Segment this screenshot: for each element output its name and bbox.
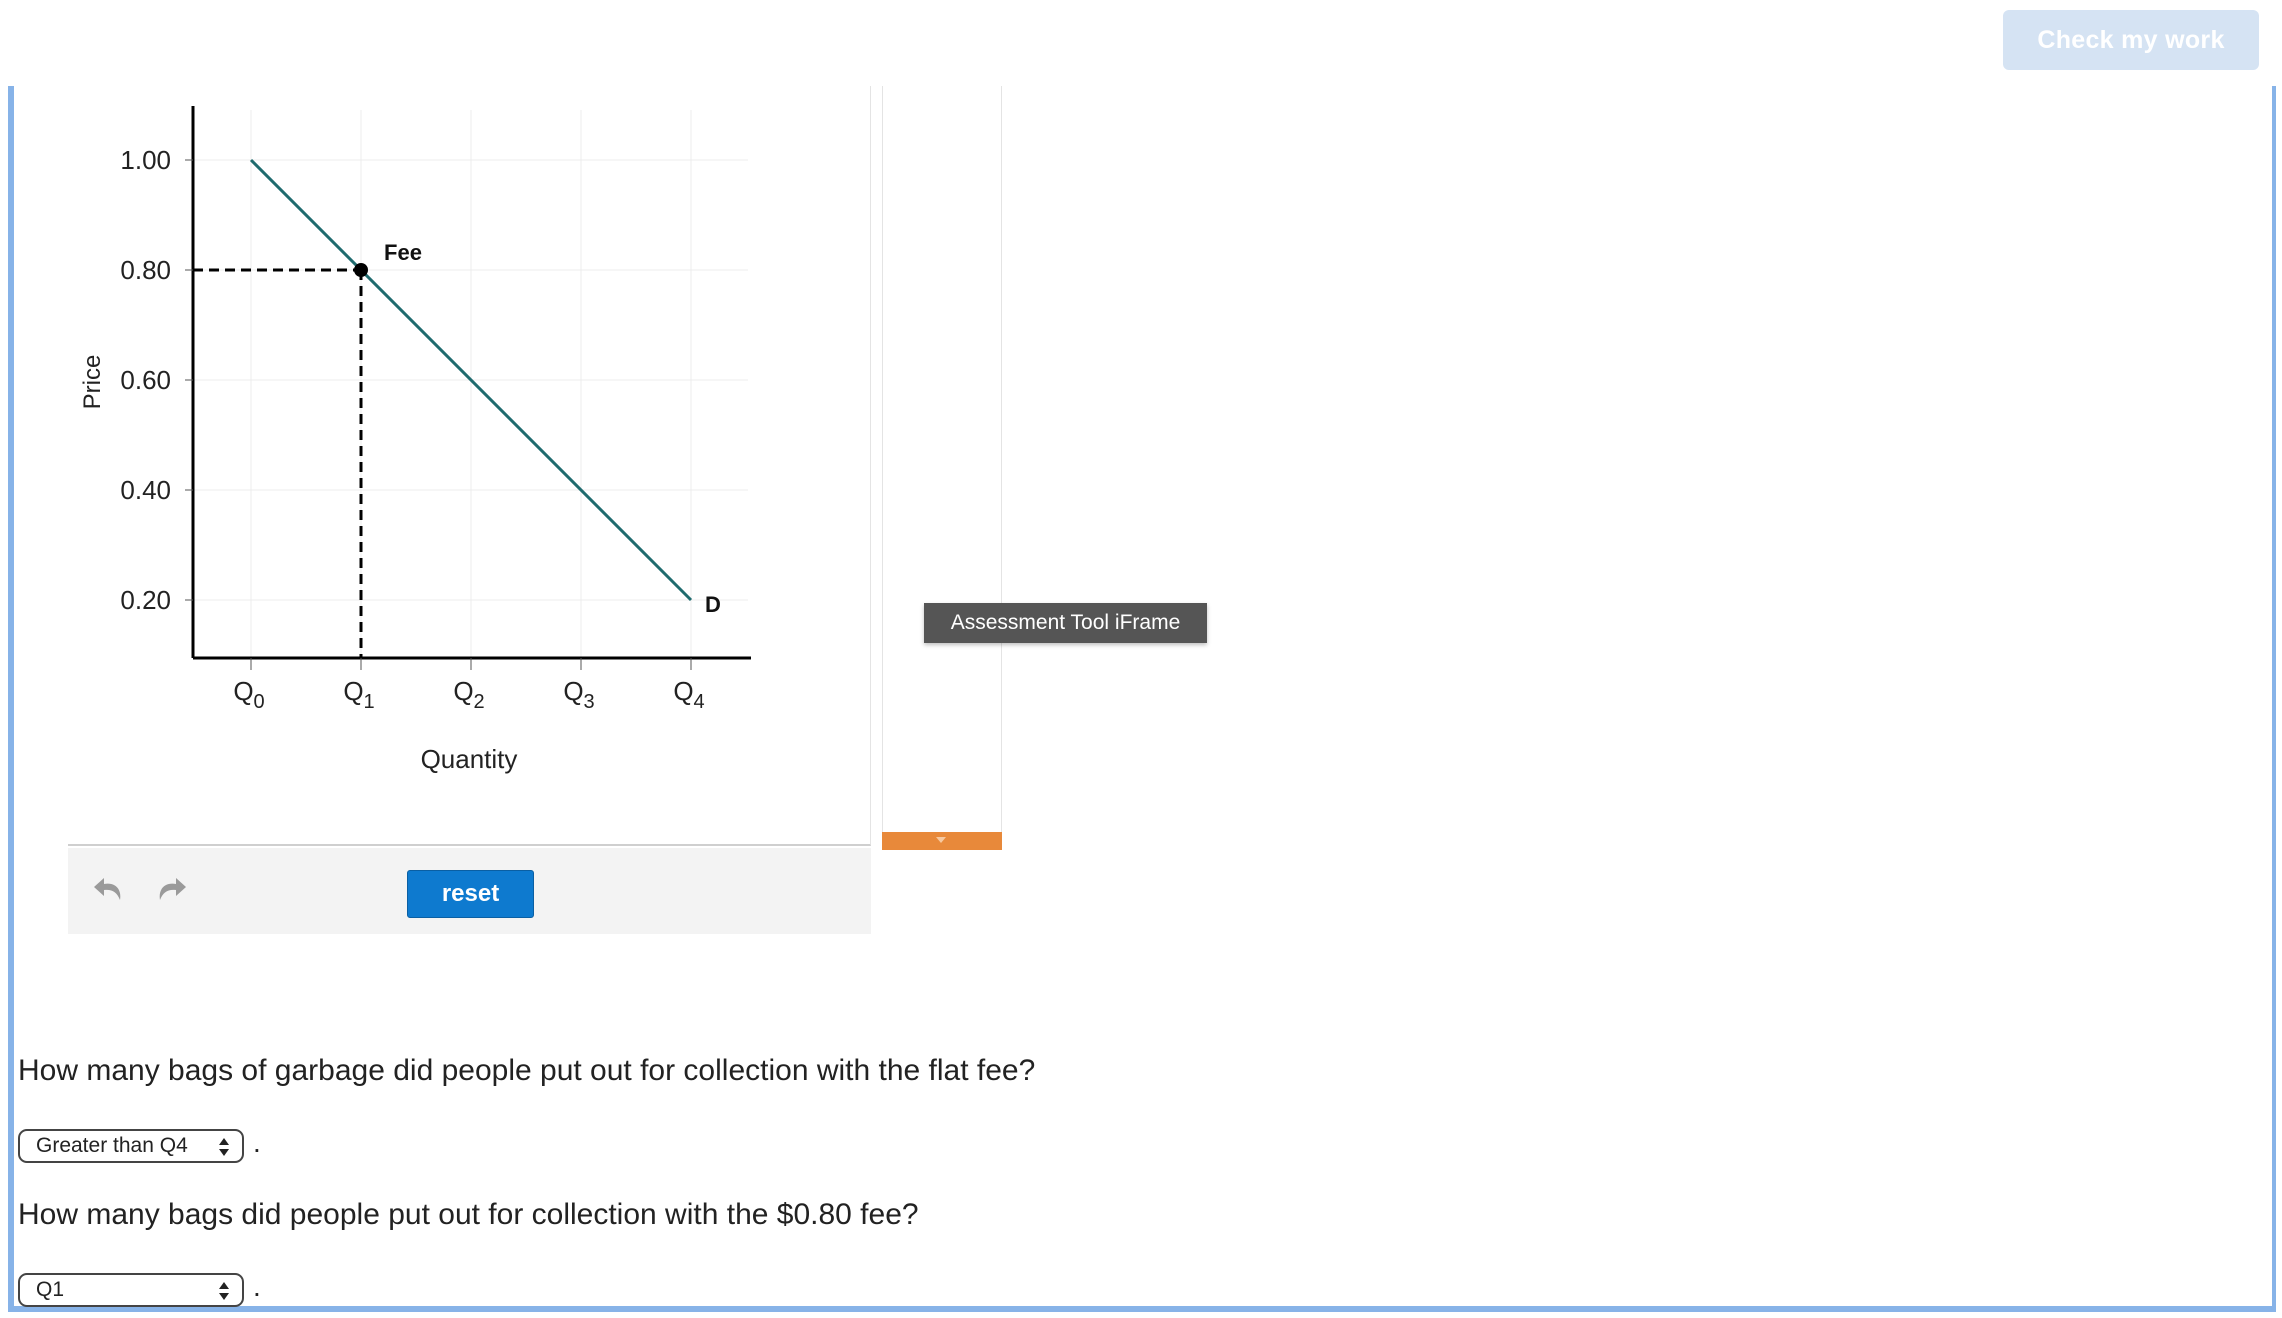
y-tick-label: 0.60 xyxy=(120,365,171,395)
demand-label: D xyxy=(705,592,721,617)
x-tick-label: Q4 xyxy=(673,676,704,713)
fee-label: Fee xyxy=(384,240,422,265)
assessment-side-panel xyxy=(882,86,1002,850)
graph-panel: 1.00 0.80 0.60 0.40 0.20 Q0 Q1 Q2 Q3 Q4 D Fee Pric… xyxy=(68,86,871,846)
y-tick-label: 0.40 xyxy=(120,475,171,505)
graph-toolbar: reset xyxy=(68,848,871,934)
answer-select-flat-fee[interactable]: Greater than Q4 xyxy=(18,1129,244,1163)
y-tick-label: 0.20 xyxy=(120,585,171,615)
x-tick-subscript: 1 xyxy=(364,691,375,713)
redo-icon[interactable] xyxy=(150,870,190,910)
x-tick-label: Q1 xyxy=(343,676,374,713)
x-tick-label: Q2 xyxy=(453,676,484,713)
select-arrows-icon xyxy=(219,1138,229,1156)
x-tick-label: Q0 xyxy=(233,676,264,713)
sentence-period: . xyxy=(253,1127,261,1158)
reset-button[interactable]: reset xyxy=(407,870,534,918)
y-axis-label: Price xyxy=(79,355,106,410)
axes xyxy=(185,106,751,670)
tick-labels: 1.00 0.80 0.60 0.40 0.20 Q0 Q1 Q2 Q3 Q4 xyxy=(120,145,704,713)
x-tick-subscript: 3 xyxy=(584,691,595,713)
fee-point xyxy=(354,263,368,277)
question-flat-fee: How many bags of garbage did people put … xyxy=(18,1054,1036,1087)
undo-icon[interactable] xyxy=(90,870,130,910)
x-tick-subscript: 2 xyxy=(474,691,485,713)
assessment-tool-tooltip: Assessment Tool iFrame xyxy=(924,603,1207,643)
x-axis-label: Quantity xyxy=(421,744,518,774)
x-tick-subscript: 4 xyxy=(694,691,705,713)
sentence-period: . xyxy=(253,1271,261,1302)
selected-value: Greater than Q4 xyxy=(36,1134,188,1157)
x-tick-subscript: 0 xyxy=(254,691,265,713)
question-fee-080: How many bags did people put out for col… xyxy=(18,1198,919,1231)
x-tick-label: Q3 xyxy=(563,676,594,713)
select-arrows-icon xyxy=(219,1282,229,1300)
series: D Fee xyxy=(193,158,721,658)
check-my-work-button[interactable]: Check my work xyxy=(2003,10,2259,70)
selected-value: Q1 xyxy=(36,1278,65,1301)
panel-collapse-handle[interactable] xyxy=(882,832,1002,850)
y-tick-label: 1.00 xyxy=(120,145,171,175)
demand-graph[interactable]: 1.00 0.80 0.60 0.40 0.20 Q0 Q1 Q2 Q3 Q4 D Fee Pric… xyxy=(68,86,871,846)
chevron-down-icon xyxy=(936,837,946,843)
answer-select-fee-080[interactable]: Q1 xyxy=(18,1273,244,1307)
y-tick-label: 0.80 xyxy=(120,255,171,285)
